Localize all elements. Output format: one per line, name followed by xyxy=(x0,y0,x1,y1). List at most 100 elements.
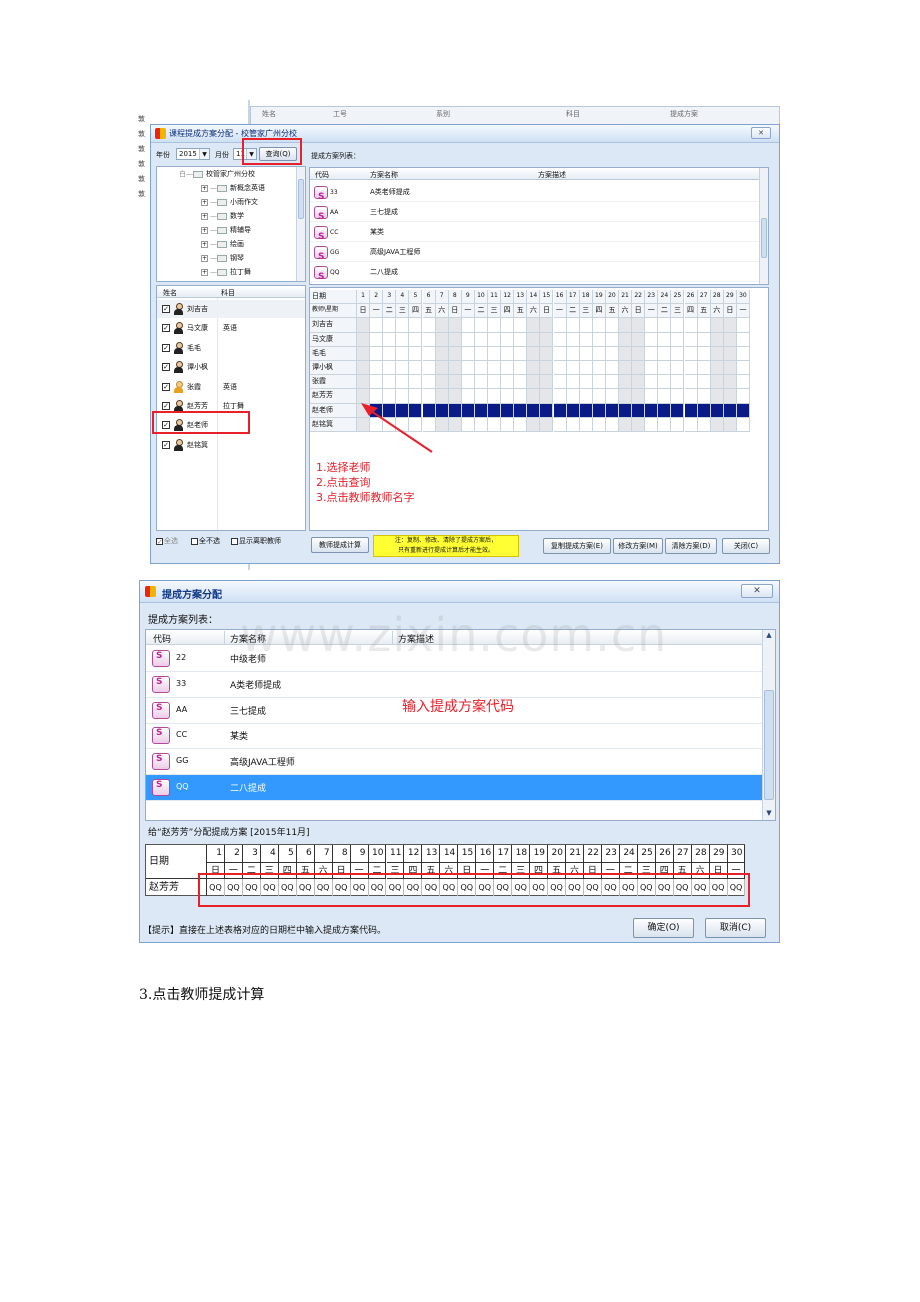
calendar-cell[interactable] xyxy=(435,332,449,347)
calendar-cell[interactable] xyxy=(592,375,606,390)
calendar-cell[interactable] xyxy=(579,332,593,347)
calendar-cell[interactable] xyxy=(566,318,580,333)
calendar-cell[interactable] xyxy=(579,389,593,404)
calendar-cell[interactable] xyxy=(671,417,685,432)
calendar-cell[interactable] xyxy=(527,389,541,404)
calendar-cell[interactable] xyxy=(474,361,488,376)
calendar-cell[interactable] xyxy=(553,346,567,361)
calendar-cell[interactable] xyxy=(658,417,672,432)
calendar-cell[interactable] xyxy=(658,375,672,390)
calendar-cell[interactable] xyxy=(645,403,659,418)
teacher-checkbox[interactable]: ✓ xyxy=(162,324,170,333)
plan-row[interactable]: 33 A类老师提成 xyxy=(146,672,766,698)
calendar-cell[interactable] xyxy=(396,346,410,361)
calendar-cell[interactable] xyxy=(658,318,672,333)
expand-icon[interactable]: + xyxy=(201,268,208,276)
calendar-cell[interactable] xyxy=(619,361,633,376)
calendar-cell[interactable] xyxy=(383,318,397,333)
calendar-cell[interactable] xyxy=(605,361,619,376)
calendar-cell[interactable] xyxy=(592,361,606,376)
calendar-cell[interactable] xyxy=(605,403,619,418)
calendar-cell[interactable] xyxy=(409,361,423,376)
calendar-cell[interactable] xyxy=(671,346,685,361)
plan-row[interactable]: QQ 二八提成 xyxy=(310,262,760,284)
tree-node[interactable]: + — 精辅导 xyxy=(201,224,251,237)
plan-row[interactable]: CC 某类 xyxy=(146,723,766,750)
teacher-row[interactable]: ✓ 刘吉吉 xyxy=(157,300,305,318)
calendar-cell[interactable] xyxy=(723,346,737,361)
scroll-thumb[interactable] xyxy=(764,690,774,800)
calendar-cell[interactable] xyxy=(461,417,475,432)
calendar-cell[interactable] xyxy=(632,346,646,361)
calendar-cell[interactable] xyxy=(461,389,475,404)
calendar-cell[interactable] xyxy=(448,417,462,432)
calendar-cell[interactable] xyxy=(605,389,619,404)
calendar-teacher[interactable]: 马文康 xyxy=(310,332,357,347)
plan-row[interactable]: QQ 二八提成 xyxy=(146,775,766,801)
calendar-cell[interactable] xyxy=(619,375,633,390)
calendar-cell[interactable] xyxy=(461,403,475,418)
calendar-cell[interactable] xyxy=(461,346,475,361)
teacher-row[interactable]: ✓ 赵铭箕 xyxy=(157,436,305,454)
calendar-cell[interactable] xyxy=(396,332,410,347)
calendar-cell[interactable] xyxy=(645,389,659,404)
calendar-cell[interactable] xyxy=(357,375,371,390)
calendar-cell[interactable] xyxy=(488,361,502,376)
calendar-cell[interactable] xyxy=(592,318,606,333)
calendar-cell[interactable] xyxy=(396,375,410,390)
calendar-cell[interactable] xyxy=(540,332,554,347)
expand-icon[interactable]: + xyxy=(201,226,208,234)
calendar-cell[interactable] xyxy=(723,389,737,404)
calendar-cell[interactable] xyxy=(579,375,593,390)
option-checkbox[interactable] xyxy=(191,537,198,545)
calendar-cell[interactable] xyxy=(553,389,567,404)
calendar-cell[interactable] xyxy=(527,375,541,390)
calendar-cell[interactable] xyxy=(697,403,711,418)
calendar-cell[interactable] xyxy=(553,318,567,333)
calendar-cell[interactable] xyxy=(501,332,515,347)
calendar-cell[interactable] xyxy=(684,318,698,333)
calendar-cell[interactable] xyxy=(619,389,633,404)
modify-plan-button[interactable]: 修改方案(M) xyxy=(613,538,663,554)
calendar-cell[interactable] xyxy=(566,375,580,390)
calendar-cell[interactable] xyxy=(383,332,397,347)
calendar-cell[interactable] xyxy=(474,417,488,432)
calendar-cell[interactable] xyxy=(501,403,515,418)
calendar-cell[interactable] xyxy=(474,318,488,333)
calendar-cell[interactable] xyxy=(592,332,606,347)
calendar-cell[interactable] xyxy=(684,417,698,432)
teacher-row[interactable]: ✓ 谭小枫 xyxy=(157,358,305,376)
calendar-cell[interactable] xyxy=(357,361,371,376)
calendar-cell[interactable] xyxy=(723,318,737,333)
calendar-cell[interactable] xyxy=(553,361,567,376)
teacher-row[interactable]: ✓ 张霞 英语 xyxy=(157,378,305,396)
calendar-cell[interactable] xyxy=(684,389,698,404)
calendar-cell[interactable] xyxy=(619,417,633,432)
calendar-cell[interactable] xyxy=(710,346,724,361)
calendar-cell[interactable] xyxy=(435,346,449,361)
calendar-cell[interactable] xyxy=(461,332,475,347)
calendar-cell[interactable] xyxy=(409,332,423,347)
teacher-checkbox[interactable]: ✓ xyxy=(162,382,170,391)
calendar-teacher[interactable]: 张霞 xyxy=(310,375,357,390)
calendar-cell[interactable] xyxy=(540,403,554,418)
calendar-cell[interactable] xyxy=(448,403,462,418)
tree-node[interactable]: + — 新概念英语 xyxy=(201,182,265,195)
calendar-cell[interactable] xyxy=(474,332,488,347)
calendar-cell[interactable] xyxy=(697,389,711,404)
calendar-cell[interactable] xyxy=(396,361,410,376)
calendar-cell[interactable] xyxy=(409,375,423,390)
clear-plan-button[interactable]: 清除方案(D) xyxy=(665,538,717,554)
calendar-cell[interactable] xyxy=(488,332,502,347)
calendar-cell[interactable] xyxy=(605,375,619,390)
calendar-cell[interactable] xyxy=(619,318,633,333)
calendar-cell[interactable] xyxy=(409,346,423,361)
calendar-cell[interactable] xyxy=(723,417,737,432)
calendar-cell[interactable] xyxy=(370,346,384,361)
calendar-cell[interactable] xyxy=(579,417,593,432)
calendar-cell[interactable] xyxy=(448,318,462,333)
calendar-cell[interactable] xyxy=(710,375,724,390)
tree-node[interactable]: + — 拉丁舞 xyxy=(201,266,251,279)
calendar-cell[interactable] xyxy=(645,318,659,333)
calendar-cell[interactable] xyxy=(553,403,567,418)
